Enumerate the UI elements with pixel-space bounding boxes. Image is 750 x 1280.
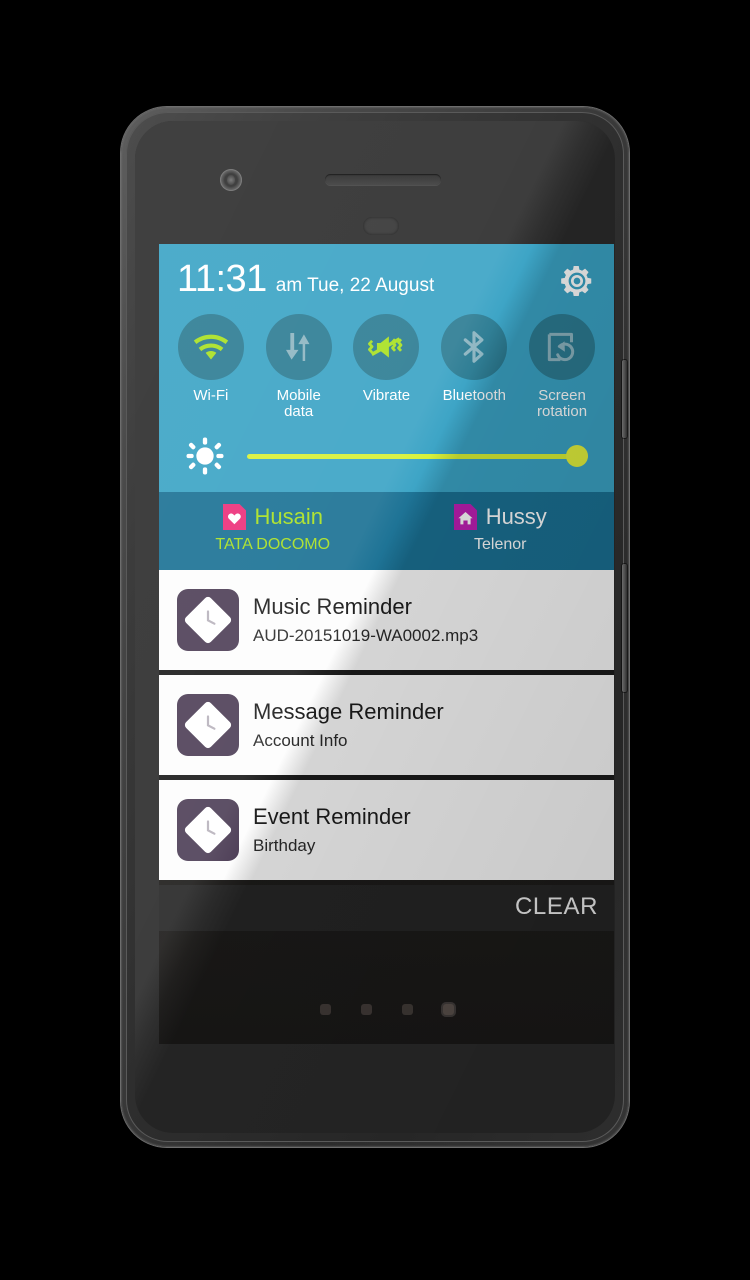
qs-tile-bluetooth[interactable]: Bluetooth	[434, 314, 514, 420]
power-button[interactable]	[622, 564, 627, 692]
qs-label-bluetooth: Bluetooth	[442, 387, 506, 404]
proximity-sensor-icon	[363, 217, 399, 235]
qs-circle-bluetooth	[441, 314, 508, 380]
qs-tile-wifi[interactable]: Wi-Fi	[171, 314, 251, 420]
notification-title: Event Reminder	[253, 804, 411, 830]
volume-button[interactable]	[622, 360, 627, 438]
notification-item[interactable]: Message Reminder Account Info	[159, 675, 614, 776]
notification-text: Music Reminder AUD-20151019-WA0002.mp3	[253, 594, 478, 646]
brightness-slider[interactable]	[247, 445, 588, 468]
notification-subtitle: Birthday	[253, 835, 316, 855]
page-dot-2[interactable]	[360, 1004, 372, 1015]
wifi-icon	[193, 334, 229, 360]
status-clock: 11:31 am Tue, 22 August	[177, 260, 434, 298]
page-dot-1[interactable]	[319, 1004, 331, 1015]
sim-card-2-name: Hussy	[485, 504, 547, 530]
sim-heart-icon	[222, 504, 246, 531]
qs-label-screen-rotation: Screen rotation	[537, 387, 588, 421]
qs-circle-screen-rotation	[529, 314, 596, 380]
sim-card-2-header: Hussy	[453, 504, 547, 531]
notification-text: Message Reminder Account Info	[253, 699, 444, 751]
sim-cards-row: Husain TATA DOCOMO Hussy Telenor	[159, 492, 615, 571]
sim-card-1-header: Husain	[222, 504, 323, 531]
notification-shade: 11:31 am Tue, 22 August Wi-Fi Mobile dat…	[159, 244, 615, 932]
qs-tile-screen-rotation[interactable]: Screen rotation	[522, 314, 602, 420]
notification-title: Message Reminder	[253, 699, 444, 725]
notification-subtitle: AUD-20151019-WA0002.mp3	[253, 625, 479, 645]
page-dot-4[interactable]	[442, 1004, 454, 1015]
phone-device: 11:31 am Tue, 22 August Wi-Fi Mobile dat…	[121, 107, 629, 1147]
qs-label-mobile-data: Mobile data	[276, 387, 321, 421]
qs-circle-mobile-data	[265, 314, 332, 380]
vibrate-icon	[368, 336, 403, 358]
brightness-thumb[interactable]	[566, 445, 588, 468]
earpiece-speaker-icon	[325, 174, 441, 185]
brightness-icon	[186, 437, 224, 475]
home-page-indicator	[159, 1004, 614, 1015]
front-camera-icon	[220, 169, 242, 191]
qs-tile-mobile-data[interactable]: Mobile data	[259, 314, 339, 420]
phone-bezel: 11:31 am Tue, 22 August Wi-Fi Mobile dat…	[135, 121, 615, 1133]
qs-circle-vibrate	[353, 314, 420, 380]
brightness-track	[247, 453, 588, 459]
clear-row: CLEAR	[159, 885, 614, 932]
qs-circle-wifi	[177, 314, 244, 380]
page-dot-3[interactable]	[401, 1004, 413, 1015]
reminder-clock-icon	[177, 589, 239, 652]
qs-label-wifi: Wi-Fi	[193, 387, 229, 404]
notification-list: Music Reminder AUD-20151019-WA0002.mp3 M…	[159, 570, 614, 881]
notification-title: Music Reminder	[253, 594, 412, 620]
notification-item[interactable]: Event Reminder Birthday	[159, 780, 614, 881]
sim-home-icon	[453, 504, 477, 531]
reminder-clock-icon	[177, 799, 239, 862]
qs-tile-vibrate[interactable]: Vibrate	[346, 314, 426, 420]
brightness-row	[159, 430, 614, 493]
clear-button[interactable]: CLEAR	[515, 893, 598, 921]
qs-label-vibrate: Vibrate	[362, 387, 411, 404]
clock-date: am Tue, 22 August	[275, 275, 435, 296]
phone-device-inner: 11:31 am Tue, 22 August Wi-Fi Mobile dat…	[126, 112, 627, 1142]
reminder-clock-icon	[177, 694, 239, 757]
clock-time: 11:31	[177, 258, 267, 300]
mobile-data-icon	[285, 333, 310, 361]
sim-card-1-name: Husain	[254, 504, 323, 530]
phone-screen: 11:31 am Tue, 22 August Wi-Fi Mobile dat…	[159, 244, 614, 1044]
sim-card-1-carrier: TATA DOCOMO	[215, 536, 331, 554]
quick-settings-header: 11:31 am Tue, 22 August	[159, 244, 614, 304]
notification-text: Event Reminder Birthday	[253, 804, 411, 856]
sim-card-1[interactable]: Husain TATA DOCOMO	[159, 504, 387, 554]
sim-card-2-carrier: Telenor	[474, 536, 527, 554]
notification-subtitle: Account Info	[253, 730, 348, 750]
sim-card-2[interactable]: Hussy Telenor	[387, 504, 615, 554]
quick-settings-toggles: Wi-Fi Mobile data Vibrate Bluetooth Scre…	[159, 304, 614, 431]
gear-icon[interactable]	[558, 262, 596, 300]
screen-rotation-icon	[547, 332, 575, 362]
notification-item[interactable]: Music Reminder AUD-20151019-WA0002.mp3	[159, 570, 614, 671]
bluetooth-icon	[463, 331, 484, 363]
